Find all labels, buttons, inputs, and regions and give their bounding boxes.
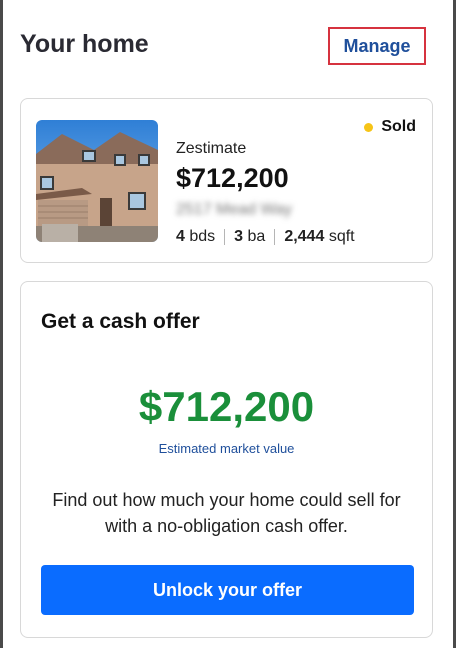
beds-unit: bds bbox=[189, 228, 216, 245]
home-address: 2517 Mead Way bbox=[176, 201, 292, 218]
status-label: Sold bbox=[381, 118, 416, 135]
cash-offer-description: Find out how much your home could sell f… bbox=[52, 490, 401, 536]
home-photo[interactable] bbox=[36, 120, 158, 242]
unlock-offer-button[interactable]: Unlock your offer bbox=[41, 565, 414, 615]
house-image bbox=[36, 120, 158, 242]
manage-button[interactable]: Manage bbox=[328, 27, 426, 65]
header: Your home Manage bbox=[20, 26, 436, 68]
fact-divider bbox=[274, 229, 276, 245]
home-card[interactable]: Sold Zestimate $712,200 2517 Mead Way 4 … bbox=[20, 98, 433, 263]
cash-offer-card: Get a cash offer $712,200 Estimated mark… bbox=[20, 281, 433, 638]
baths-unit: ba bbox=[247, 228, 266, 245]
cash-offer-title: Get a cash offer bbox=[41, 310, 200, 333]
zestimate-price: $712,200 bbox=[176, 163, 289, 193]
baths-value: 3 bbox=[234, 228, 244, 245]
status-badge: Sold bbox=[364, 118, 416, 136]
estimated-market-value-label: Estimated market value bbox=[158, 441, 295, 456]
sqft-value: 2,444 bbox=[284, 228, 325, 245]
page-title: Your home bbox=[20, 30, 149, 58]
fact-divider bbox=[224, 229, 226, 245]
home-facts: 4 bds 3 ba 2,444 sqft bbox=[176, 228, 355, 246]
sqft-unit: sqft bbox=[328, 228, 355, 245]
cash-offer-value: $712,200 bbox=[138, 383, 315, 430]
beds-value: 4 bbox=[176, 228, 185, 245]
zestimate-label: Zestimate bbox=[176, 140, 247, 157]
status-dot-icon bbox=[364, 122, 374, 132]
